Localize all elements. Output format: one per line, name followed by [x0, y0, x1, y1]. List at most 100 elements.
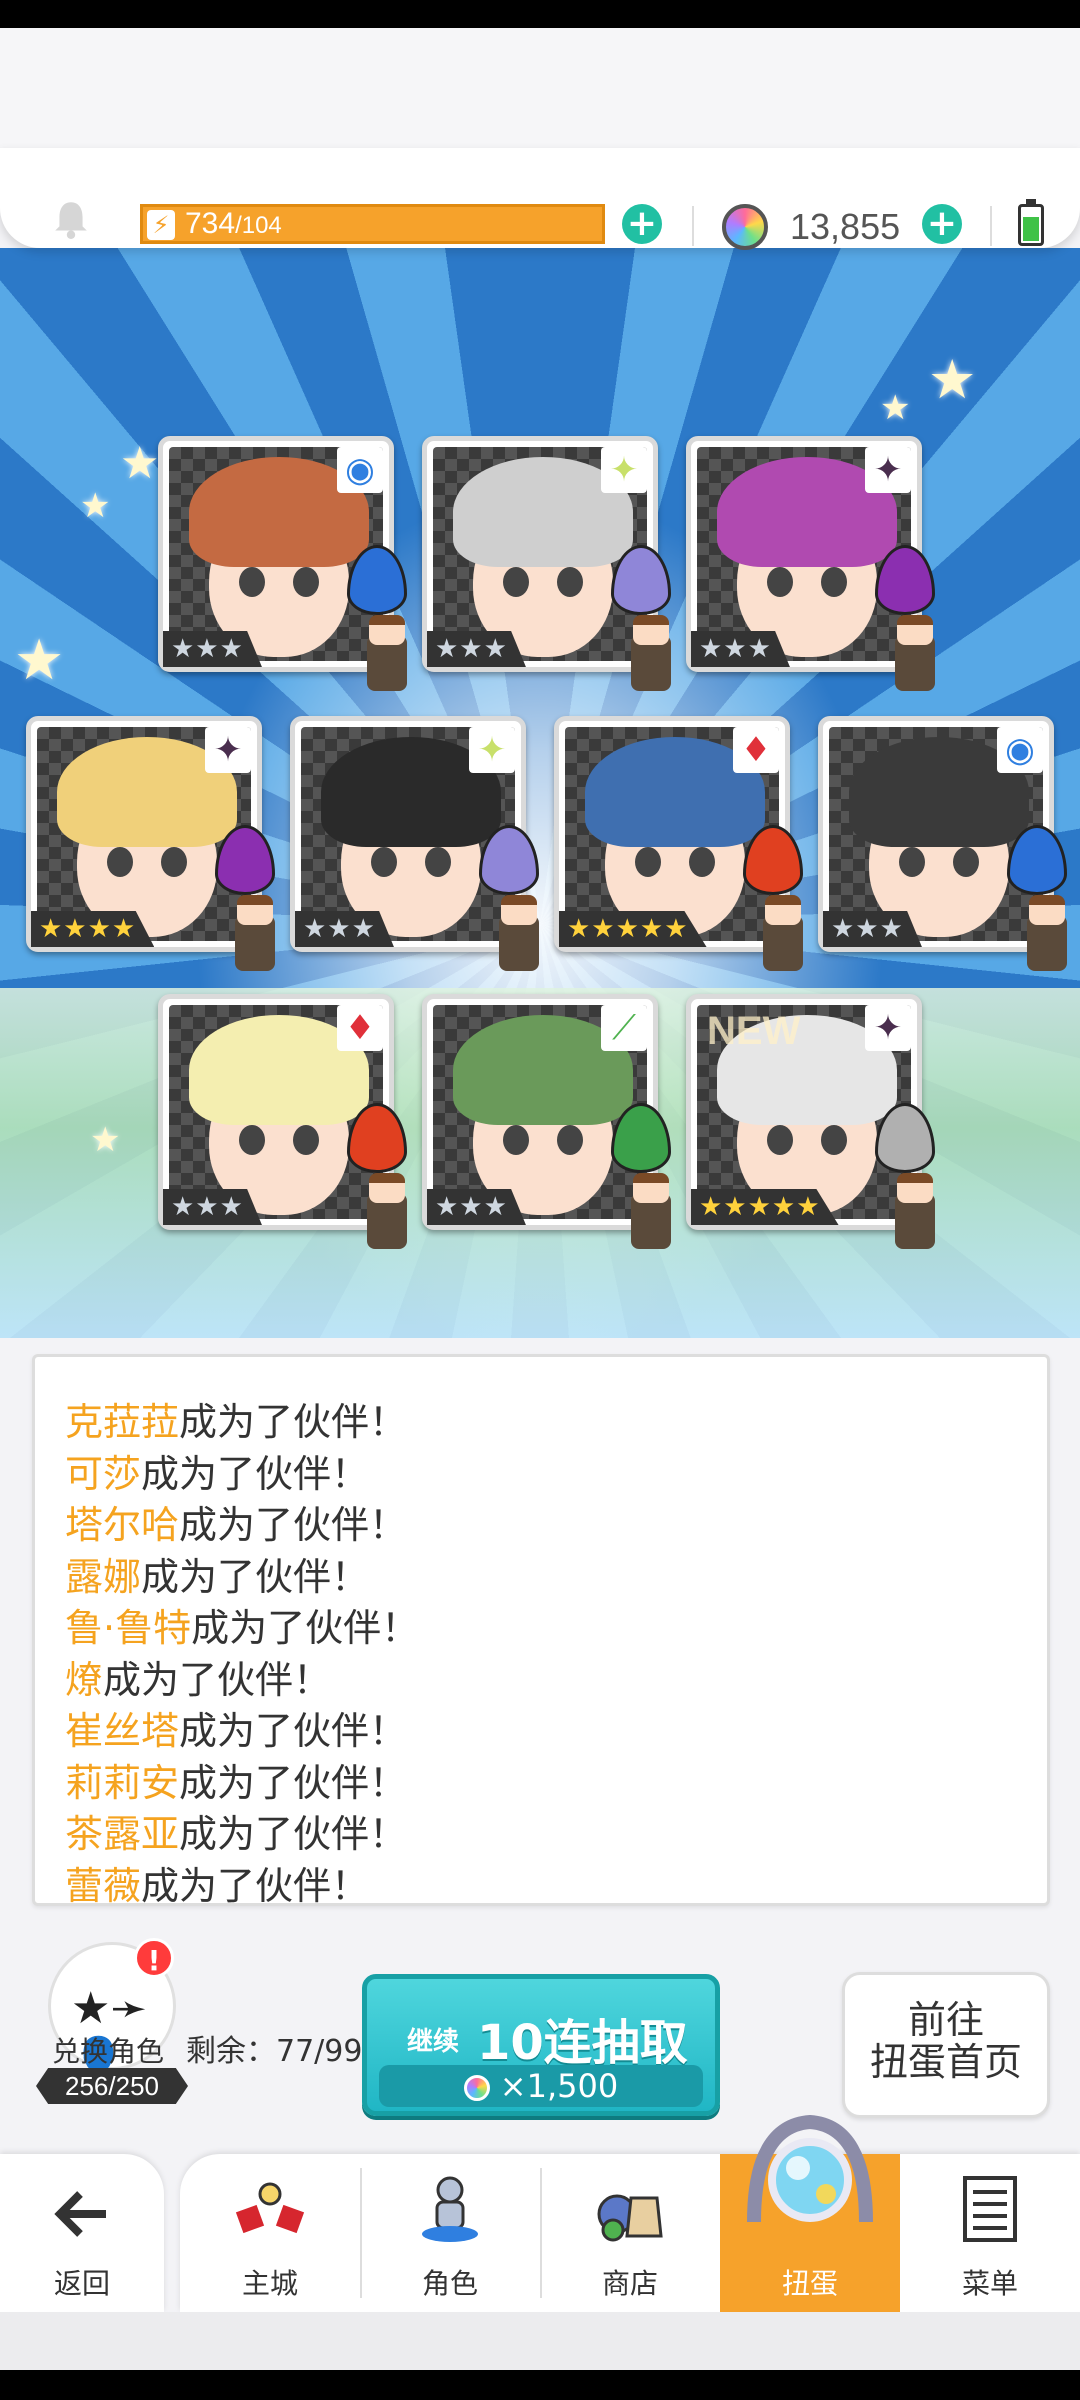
result-suffix: 成为了伙伴！	[179, 1812, 408, 1856]
divider	[692, 206, 694, 246]
sprite-head	[633, 1173, 669, 1203]
character-card[interactable]: ✦ ★★★	[290, 716, 539, 971]
nav-item-characters[interactable]: 角色	[360, 2154, 540, 2312]
nav-item-label: 商店	[601, 2267, 658, 2300]
result-suffix: 成为了伙伴！	[179, 1400, 408, 1444]
gacha-home-label-1: 前往	[907, 1998, 984, 2042]
character-eye	[503, 567, 529, 597]
character-eye	[107, 847, 133, 877]
exchange-count: 256/250	[36, 2068, 188, 2104]
shop-bag-icon	[597, 2194, 663, 2242]
character-eye	[953, 847, 979, 877]
character-eye	[239, 567, 265, 597]
rarity-stars: ★★★	[427, 1189, 526, 1225]
character-card[interactable]: NEW ✦ ★★★★★	[686, 994, 935, 1249]
nav-item-menu[interactable]: 菜单	[900, 2154, 1080, 2312]
stamina-bar: ⚡ 734/104	[140, 204, 605, 244]
main-city-icon	[235, 2182, 305, 2234]
pixel-sprite-icon	[611, 1103, 681, 1253]
element-icon: ✦	[865, 447, 911, 493]
bottom-bezel	[0, 2370, 1080, 2400]
character-eye	[239, 1125, 265, 1155]
nav-item-shop[interactable]: 商店	[540, 2154, 720, 2312]
character-eye	[425, 847, 451, 877]
sprite-head	[633, 615, 669, 645]
character-eye	[899, 847, 925, 877]
sparkle-icon: ★	[928, 348, 977, 411]
gacha-home-label-2: 扭蛋首页	[869, 2040, 1022, 2084]
system-nav-bar	[0, 2312, 1080, 2370]
ten-pull-button[interactable]: 继续 10连抽取 ×1,500	[362, 1974, 720, 2116]
character-card[interactable]: ✦ ★★★★	[26, 716, 275, 971]
pixel-sprite-icon	[347, 1103, 417, 1253]
rarity-stars: ★★★★	[31, 911, 155, 947]
character-card[interactable]: ✦ ★★★	[422, 436, 671, 691]
rarity-stars: ★★★	[163, 631, 262, 667]
element-icon: ✦	[205, 727, 251, 773]
element-icon: ✦	[469, 727, 515, 773]
back-arrow-icon	[54, 2191, 106, 2237]
sparkle-icon: ★	[80, 486, 111, 526]
character-card[interactable]: ✦ ★★★	[686, 436, 935, 691]
gacha-home-button[interactable]: 前往 扭蛋首页	[842, 1972, 1050, 2118]
sparkle-icon: ★	[14, 628, 65, 693]
character-eye	[767, 1125, 793, 1155]
ten-pull-label: 10连抽取	[477, 2015, 688, 2071]
pixel-sprite-icon	[875, 1103, 945, 1253]
result-suffix: 成为了伙伴！	[141, 1863, 370, 1906]
pixel-sprite-icon	[875, 545, 945, 695]
sprite-head	[1029, 895, 1065, 925]
results-panel[interactable]: 克菈菈成为了伙伴！ 可莎成为了伙伴！ 塔尔哈成为了伙伴！ 露娜成为了伙伴！ 鲁·鲁特成为…	[32, 1354, 1050, 1906]
battery-icon	[1018, 199, 1044, 246]
sprite-head	[897, 1173, 933, 1203]
nav-item-label: 主城	[241, 2267, 298, 2300]
continue-label: 继续	[407, 2027, 460, 2057]
rarity-stars: ★★★	[427, 631, 526, 667]
new-label: NEW	[707, 1009, 801, 1053]
character-card[interactable]: ◉ ★★★	[818, 716, 1067, 971]
add-gems-button[interactable]: +	[922, 204, 962, 244]
result-suffix: 成为了伙伴！	[191, 1606, 420, 1650]
gacha-orb-icon	[747, 2114, 873, 2223]
element-icon: ✦	[865, 1005, 911, 1051]
add-stamina-button[interactable]: +	[622, 204, 662, 244]
sprite-head	[897, 615, 933, 645]
character-card[interactable]: ⟋ ★★★	[422, 994, 671, 1249]
pixel-sprite-icon	[479, 825, 549, 975]
character-card[interactable]: ♦ ★★★	[158, 994, 407, 1249]
rarity-stars: ★★★	[295, 911, 394, 947]
character-card[interactable]: ♦ ★★★★★	[554, 716, 803, 971]
header-area	[0, 28, 1080, 168]
result-line: 露娜成为了伙伴！	[65, 1552, 1047, 1604]
nav-item-main-city[interactable]: 主城	[180, 2154, 360, 2312]
remaining-count: 剩余：77/99	[186, 2034, 363, 2069]
result-suffix: 成为了伙伴！	[141, 1554, 370, 1599]
nav-item-gacha[interactable]: 扭蛋	[720, 2114, 900, 2312]
sprite-head	[237, 895, 273, 925]
gem-icon	[463, 2075, 490, 2101]
character-eye	[293, 567, 319, 597]
character-card[interactable]: ◉ ★★★	[158, 436, 407, 691]
character-name: 莉莉安	[65, 1760, 180, 1805]
bell-icon[interactable]	[50, 198, 92, 240]
sparkle-icon: ★	[90, 1120, 121, 1160]
back-button[interactable]: 返回	[0, 2154, 164, 2312]
element-icon: ♦	[337, 1005, 383, 1051]
back-label: 返回	[53, 2267, 110, 2300]
rarity-stars: ★★★	[823, 911, 922, 947]
pixel-sprite-icon	[215, 825, 285, 975]
character-name: 茶露亚	[65, 1812, 180, 1856]
character-eye	[635, 847, 661, 877]
exchange-label: 兑换角色	[52, 2035, 165, 2068]
character-eye	[557, 567, 583, 597]
nav-item-label: 菜单	[961, 2267, 1018, 2300]
result-suffix: 成为了伙伴！	[179, 1503, 408, 1547]
rarity-stars: ★★★★★	[691, 1189, 839, 1225]
result-line: 茶露亚成为了伙伴！	[65, 1809, 1047, 1861]
sprite-head	[501, 895, 537, 925]
element-icon: ⟋	[601, 1005, 647, 1051]
character-name: 克菈菈	[65, 1400, 180, 1444]
character-eye	[767, 567, 793, 597]
result-line: 塔尔哈成为了伙伴！	[65, 1500, 1047, 1552]
pixel-sprite-icon	[611, 545, 681, 695]
